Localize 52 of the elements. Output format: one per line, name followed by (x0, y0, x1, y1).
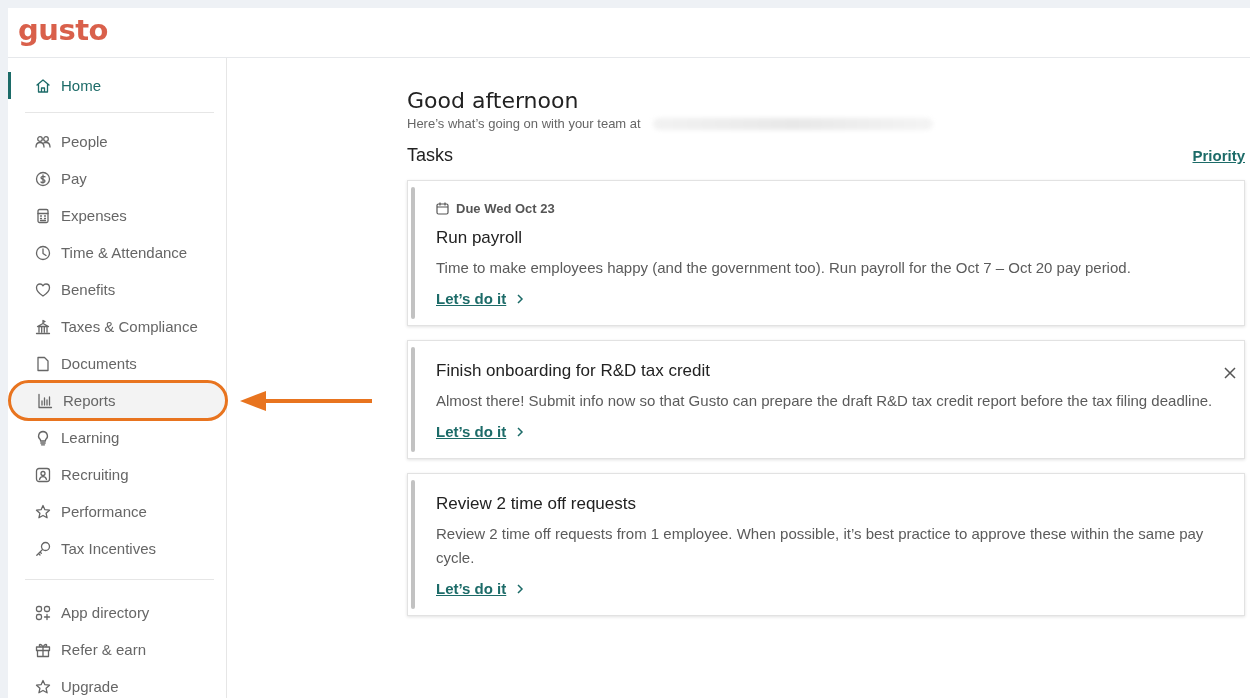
sidebar-item[interactable]: Pay (8, 160, 226, 197)
nav-icon (37, 392, 53, 409)
nav-icon (35, 503, 51, 520)
nav-icon (35, 170, 51, 187)
chevron-icon (516, 293, 525, 304)
logo[interactable]: gusto (18, 12, 108, 47)
task-description: Almost there! Submit info now so that Gusto can prepare the draft R&D tax credit report before the tax filing deadline. (436, 391, 1214, 411)
sidebar-item[interactable]: Time & Attendance (8, 234, 226, 271)
nav-icon (35, 429, 51, 446)
nav-icon (35, 244, 51, 261)
task-title: Finish onboarding for R&D tax credit (436, 361, 712, 381)
sidebar-item[interactable]: Learning (8, 419, 226, 456)
nav-icon (35, 207, 51, 224)
nav-icon (35, 466, 51, 483)
subtitle: Here’s what’s going on with your team at (407, 116, 641, 131)
chevron-icon (516, 426, 525, 437)
sidebar-item[interactable]: Refer & earn (8, 631, 226, 668)
sidebar-item[interactable]: Home (8, 67, 226, 104)
task-title: Run payroll (436, 228, 523, 248)
due-date: Due Wed Oct 23 (456, 201, 555, 216)
nav-icon (35, 355, 51, 372)
greeting: Good afternoon (407, 88, 580, 113)
nav-icon (35, 77, 51, 94)
sidebar-item[interactable]: Documents (8, 345, 226, 382)
sidebar-item[interactable]: Recruiting (8, 456, 226, 493)
task-action-link[interactable]: Let’s do it (436, 580, 507, 597)
task-action-link[interactable]: Let’s do it (436, 290, 507, 307)
sidebar-item[interactable]: Taxes & Compliance (8, 308, 226, 345)
nav-icon (35, 604, 51, 621)
sidebar-item[interactable]: Benefits (8, 271, 226, 308)
nav-icon (35, 540, 51, 557)
nav-icon (35, 318, 51, 335)
sidebar-item[interactable]: People (8, 123, 226, 160)
sidebar-item[interactable]: App directory (8, 594, 226, 631)
sidebar-item[interactable]: Performance (8, 493, 226, 530)
sidebar-item[interactable]: Reports (10, 382, 226, 419)
task-description: Time to make employees happy (and the government too). Run payroll for the Oct 7 – Oct 20 pay period. (436, 258, 1132, 278)
section-title: Tasks (407, 145, 453, 166)
task-action-link[interactable]: Let’s do it (436, 423, 507, 440)
calendar-icon (436, 202, 449, 215)
close-icon[interactable] (1224, 367, 1236, 379)
sidebar-item[interactable]: Upgrade (8, 668, 226, 698)
nav-icon (35, 641, 51, 658)
task-description: Review 2 time off requests from 1 employee. When possible, it’s best practice to approve these within the same pay cycle. (436, 524, 1205, 568)
nav-icon (35, 281, 51, 298)
sidebar-item[interactable]: Expenses (8, 197, 226, 234)
nav-icon (35, 678, 51, 695)
sidebar-item[interactable]: Tax Incentives (8, 530, 226, 567)
nav-icon (35, 133, 51, 150)
sort-link[interactable]: Priority (1192, 147, 1245, 164)
chevron-icon (516, 583, 525, 594)
task-title: Review 2 time off requests (436, 494, 637, 514)
